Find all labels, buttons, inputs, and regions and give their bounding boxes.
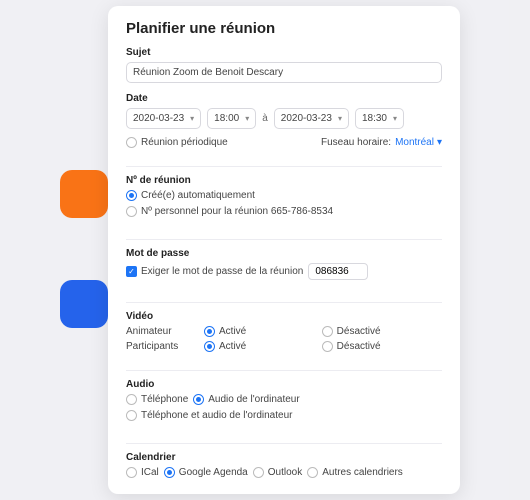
- calendar-section: Calendrier ICal Google Agenda Outlook Au…: [126, 452, 442, 482]
- radio-unchecked-icon: [126, 394, 137, 405]
- radio-unchecked-icon: [126, 410, 137, 421]
- video-host-off-radio[interactable]: Désactivé: [322, 326, 442, 337]
- chevron-down-icon: ▾: [437, 137, 442, 148]
- radio-unchecked-icon: [322, 326, 333, 337]
- chevron-down-icon: ▾: [245, 114, 249, 123]
- calendar-label: Calendrier: [126, 452, 442, 463]
- radio-unchecked-icon: [126, 137, 137, 148]
- radio-checked-icon: [204, 326, 215, 337]
- date-separator: à: [262, 113, 268, 124]
- subject-input[interactable]: [126, 62, 442, 83]
- audio-label: Audio: [126, 379, 442, 390]
- meeting-id-section: Nº de réunion Créé(e) automatiquement Nº…: [126, 175, 442, 221]
- checkbox-checked-icon: [126, 266, 137, 277]
- bg-tile-orange: [60, 170, 108, 218]
- audio-section: Audio Téléphone Audio de l'ordinateur Té…: [126, 379, 442, 425]
- radio-checked-icon: [164, 467, 175, 478]
- divider: [126, 239, 442, 240]
- schedule-meeting-modal: Planifier une réunion Sujet Date 2020-03…: [108, 6, 460, 494]
- video-participants-label: Participants: [126, 341, 190, 352]
- chevron-down-icon: ▾: [393, 114, 397, 123]
- chevron-down-icon: ▾: [190, 114, 194, 123]
- calendar-other-radio[interactable]: Autres calendriers: [307, 467, 403, 478]
- video-host-on-radio[interactable]: Activé: [204, 326, 308, 337]
- subject-label: Sujet: [126, 47, 442, 58]
- radio-unchecked-icon: [322, 341, 333, 352]
- meeting-id-auto-radio[interactable]: Créé(e) automatiquement: [126, 190, 255, 201]
- radio-unchecked-icon: [253, 467, 264, 478]
- divider: [126, 166, 442, 167]
- calendar-google-radio[interactable]: Google Agenda: [164, 467, 248, 478]
- password-input[interactable]: [308, 263, 368, 280]
- radio-checked-icon: [126, 190, 137, 201]
- password-section: Mot de passe Exiger le mot de passe de l…: [126, 248, 442, 284]
- video-participants-on-radio[interactable]: Activé: [204, 341, 308, 352]
- start-date-select[interactable]: 2020-03-23▾: [126, 108, 201, 129]
- video-participants-off-radio[interactable]: Désactivé: [322, 341, 442, 352]
- radio-unchecked-icon: [307, 467, 318, 478]
- radio-unchecked-icon: [126, 206, 137, 217]
- radio-checked-icon: [193, 394, 204, 405]
- radio-checked-icon: [204, 341, 215, 352]
- meeting-id-label: Nº de réunion: [126, 175, 442, 186]
- calendar-ical-radio[interactable]: ICal: [126, 467, 159, 478]
- subject-section: Sujet: [126, 47, 442, 83]
- bg-tile-blue: [60, 280, 108, 328]
- chevron-down-icon: ▾: [338, 114, 342, 123]
- meeting-id-personal-radio[interactable]: Nº personnel pour la réunion 665-786-853…: [126, 206, 333, 217]
- timezone-select[interactable]: Fuseau horaire: Montréal▾: [321, 137, 442, 148]
- end-time-select[interactable]: 18:30▾: [355, 108, 404, 129]
- recurring-checkbox[interactable]: Réunion périodique: [126, 137, 228, 148]
- calendar-outlook-radio[interactable]: Outlook: [253, 467, 302, 478]
- radio-unchecked-icon: [126, 467, 137, 478]
- end-date-select[interactable]: 2020-03-23▾: [274, 108, 349, 129]
- divider: [126, 302, 442, 303]
- password-label: Mot de passe: [126, 248, 442, 259]
- audio-both-radio[interactable]: Téléphone et audio de l'ordinateur: [126, 410, 292, 421]
- video-host-label: Animateur: [126, 326, 190, 337]
- divider: [126, 370, 442, 371]
- date-section: Date 2020-03-23▾ 18:00▾ à 2020-03-23▾ 18…: [126, 93, 442, 148]
- video-label: Vidéo: [126, 311, 442, 322]
- require-password-checkbox[interactable]: Exiger le mot de passe de la réunion: [126, 266, 303, 277]
- divider: [126, 443, 442, 444]
- date-label: Date: [126, 93, 442, 104]
- start-time-select[interactable]: 18:00▾: [207, 108, 256, 129]
- modal-title: Planifier une réunion: [126, 20, 442, 37]
- audio-phone-radio[interactable]: Téléphone: [126, 394, 188, 405]
- video-section: Vidéo Animateur Activé Désactivé Partici…: [126, 311, 442, 352]
- audio-computer-radio[interactable]: Audio de l'ordinateur: [193, 394, 299, 405]
